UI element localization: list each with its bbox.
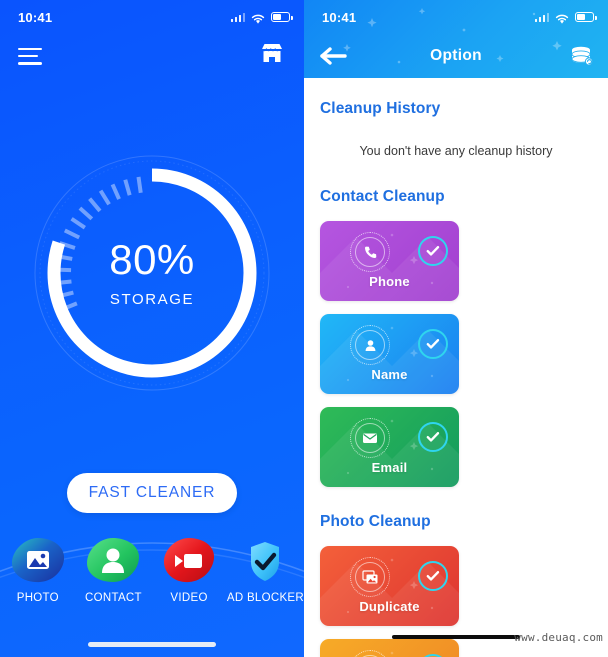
card-name[interactable]: Name [320,314,459,394]
nav-bar: Option [304,34,608,78]
page-title: Option [430,47,482,64]
gauge-readout: 80% STORAGE [32,153,272,393]
battery-icon [271,12,293,22]
contact-cleanup-cards: Phone Name Email [320,221,592,487]
home-screen: 10:41 80% STORAGE FAST CLEANER PHOTO CON… [0,0,304,657]
status-bar-left: 10:41 [0,0,304,34]
signal-bars-icon [230,12,245,22]
wifi-icon [251,12,265,24]
dock-label-video: VIDEO [170,592,208,604]
status-time-right: 10:41 [322,9,357,25]
duplicate-photo-icon [350,557,390,597]
home-indicator-right [392,635,520,639]
section-title-photo-cleanup: Photo Cleanup [320,513,431,530]
checkmark-badge[interactable] [418,422,448,452]
storage-gauge-area: 80% STORAGE [0,78,304,468]
card-label-phone: Phone [369,274,410,289]
card-label-email: Email [371,460,408,475]
dock-item-video[interactable]: VIDEO [151,535,227,627]
card-label-duplicate: Duplicate [359,599,420,614]
cleanup-history-empty-message: You don't have any cleanup history [359,144,553,158]
bottom-dock: PHOTO CONTACT VIDEO AD BLOCKER [0,535,304,627]
dock-label-ad-blocker: AD BLOCKER [226,592,304,604]
gauge-percent: 80% [109,235,195,283]
option-body: Cleanup History You don't have any clean… [304,100,608,657]
watermark-text: www.deuaq.com [514,631,603,644]
option-screen: 10:41 Option Cleanup History You don't h… [304,0,608,657]
video-camera-icon [158,535,220,587]
status-icons-right [534,12,597,24]
status-icons [230,12,293,24]
checkmark-badge[interactable] [418,236,448,266]
battery-icon [575,12,597,22]
store-shop-icon[interactable] [258,41,286,71]
photo-image-icon [7,535,69,587]
card-email[interactable]: Email [320,407,459,487]
option-header: 10:41 Option [304,0,608,78]
hamburger-menu-icon[interactable] [18,47,42,65]
card-label-name: Name [371,367,408,382]
dock-item-ad-blocker[interactable]: AD BLOCKER [227,535,304,627]
dock-item-contact[interactable]: CONTACT [76,535,152,627]
user-avatar-icon [350,325,390,365]
section-title-cleanup-history: Cleanup History [320,100,441,117]
checkmark-badge[interactable] [418,561,448,591]
gauge-label: STORAGE [109,290,195,308]
status-bar-right: 10:41 [304,0,608,34]
checkmark-badge[interactable] [418,329,448,359]
card-duplicate[interactable]: Duplicate [320,546,459,626]
top-bar-left [0,34,304,78]
dual-screenshot-container: 10:41 80% STORAGE FAST CLEANER PHOTO CON… [0,0,608,657]
section-title-contact-cleanup: Contact Cleanup [320,188,445,205]
database-storage-icon[interactable] [568,44,594,68]
envelope-mail-icon [350,418,390,458]
status-time: 10:41 [18,9,53,25]
card-similar[interactable]: Similar [320,639,459,657]
shield-check-icon [234,535,296,587]
storage-gauge: 80% STORAGE [32,153,272,393]
dock-label-photo: PHOTO [16,592,59,604]
phone-handset-icon [350,232,390,272]
card-phone[interactable]: Phone [320,221,459,301]
contact-person-icon [82,535,144,587]
dock-label-contact: CONTACT [85,592,142,604]
home-indicator-left [88,642,216,647]
signal-bars-icon [534,12,549,22]
dock-item-photo[interactable]: PHOTO [0,535,76,627]
wifi-icon [555,12,569,24]
fast-cleaner-button[interactable]: FAST CLEANER [67,473,237,513]
